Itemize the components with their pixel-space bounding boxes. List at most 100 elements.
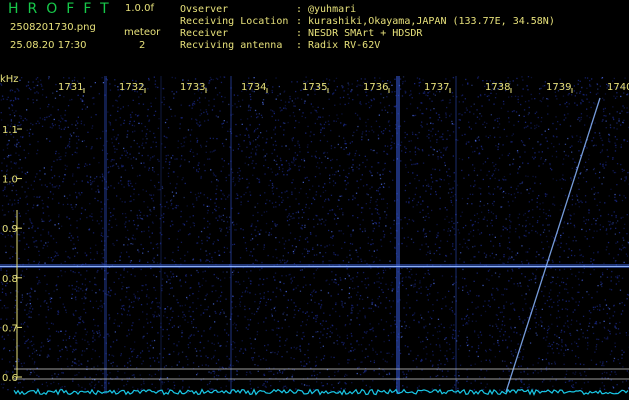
noise-speck <box>467 308 469 311</box>
noise-speck <box>116 365 118 367</box>
noise-speck <box>577 140 580 143</box>
noise-speck <box>383 234 386 236</box>
noise-speck <box>305 76 307 78</box>
noise-speck <box>263 211 265 213</box>
noise-speck <box>427 246 429 248</box>
noise-speck <box>601 364 603 367</box>
noise-speck <box>621 110 623 112</box>
noise-speck <box>462 268 464 271</box>
noise-speck <box>75 135 78 138</box>
noise-speck <box>380 302 382 304</box>
noise-speck <box>174 77 177 79</box>
noise-speck <box>445 78 447 80</box>
noise-speck <box>350 332 352 335</box>
noise-speck <box>84 339 86 341</box>
noise-speck <box>497 126 499 128</box>
noise-speck <box>73 79 76 81</box>
noise-speck <box>179 305 181 307</box>
noise-speck <box>370 99 372 101</box>
noise-speck <box>352 349 355 352</box>
noise-speck <box>87 360 89 362</box>
noise-speck <box>606 268 608 270</box>
noise-speck <box>28 355 31 357</box>
noise-speck <box>141 289 143 292</box>
noise-speck <box>546 336 548 338</box>
noise-speck <box>434 243 437 245</box>
noise-speck <box>79 318 81 320</box>
noise-speck <box>137 297 139 299</box>
noise-speck <box>502 144 504 146</box>
noise-speck <box>294 187 296 190</box>
noise-speck <box>300 325 302 327</box>
noise-speck <box>535 326 537 328</box>
noise-speck <box>610 379 612 381</box>
noise-speck <box>451 191 453 193</box>
noise-speck <box>336 159 338 161</box>
noise-speck <box>390 332 392 334</box>
noise-speck <box>93 180 95 182</box>
noise-speck <box>301 224 303 227</box>
noise-speck <box>492 325 494 327</box>
noise-speck <box>338 230 340 232</box>
noise-speck <box>361 133 363 135</box>
noise-speck <box>373 131 375 133</box>
noise-speck <box>120 108 122 110</box>
noise-speck <box>571 297 573 299</box>
noise-speck <box>621 357 623 359</box>
noise-speck <box>128 286 130 288</box>
noise-speck <box>609 124 612 126</box>
noise-speck <box>28 135 31 137</box>
noise-speck <box>30 88 32 91</box>
noise-speck <box>431 181 434 183</box>
noise-speck <box>587 342 589 344</box>
noise-speck <box>535 269 538 271</box>
noise-speck <box>47 241 49 243</box>
noise-speck <box>488 269 491 271</box>
noise-speck <box>143 381 145 383</box>
noise-speck <box>364 230 366 232</box>
noise-speck <box>406 267 408 270</box>
noise-speck <box>409 103 412 105</box>
noise-speck <box>578 271 580 273</box>
noise-speck <box>113 322 115 324</box>
noise-speck <box>264 173 266 175</box>
noise-speck <box>325 167 327 169</box>
noise-speck <box>135 158 137 160</box>
noise-speck <box>187 344 189 346</box>
noise-speck <box>372 301 374 304</box>
noise-speck <box>575 342 578 345</box>
noise-speck <box>146 313 148 315</box>
noise-speck <box>349 152 351 154</box>
noise-speck <box>560 236 562 239</box>
noise-speck <box>470 382 472 384</box>
noise-speck <box>528 112 530 114</box>
noise-speck <box>57 331 60 333</box>
noise-speck <box>519 351 521 353</box>
noise-speck <box>308 207 310 209</box>
noise-speck <box>101 149 104 151</box>
noise-speck <box>22 323 25 325</box>
noise-speck <box>18 121 20 123</box>
noise-speck <box>187 129 190 131</box>
noise-speck <box>578 301 580 303</box>
noise-speck <box>405 314 408 316</box>
noise-speck <box>127 310 130 312</box>
noise-speck <box>359 247 361 249</box>
noise-speck <box>298 109 301 111</box>
noise-speck <box>146 318 148 320</box>
noise-speck <box>212 137 214 140</box>
noise-speck <box>557 244 559 246</box>
noise-speck <box>622 237 624 239</box>
noise-speck <box>330 356 332 358</box>
noise-speck <box>10 292 12 294</box>
noise-speck <box>110 362 112 365</box>
noise-speck <box>412 284 414 286</box>
noise-speck <box>157 127 159 129</box>
noise-speck <box>20 115 22 118</box>
noise-speck <box>154 80 157 82</box>
noise-speck <box>66 349 68 351</box>
noise-speck <box>270 233 272 236</box>
noise-speck <box>128 256 130 258</box>
noise-speck <box>20 117 22 119</box>
noise-speck <box>127 105 129 107</box>
